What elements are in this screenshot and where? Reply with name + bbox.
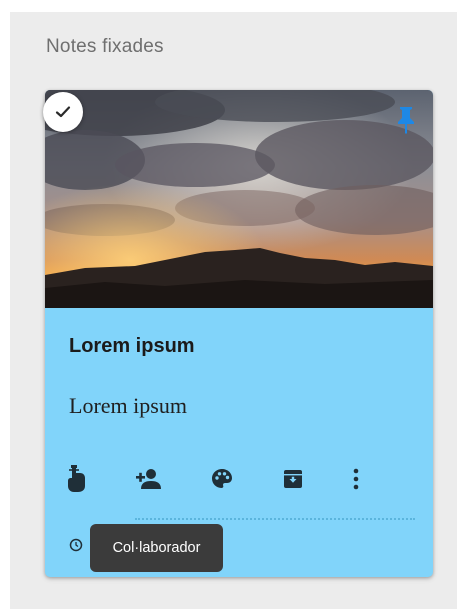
more-options-button[interactable]: [339, 462, 373, 496]
note-toolbar: [59, 462, 419, 496]
change-color-button[interactable]: [205, 462, 239, 496]
pin-icon[interactable]: [395, 105, 417, 135]
pinned-notes-section: Notes fixades Lorem ipsum Lorem ipsum Co…: [10, 12, 457, 609]
archive-icon: [284, 470, 302, 488]
section-title: Notes fixades: [46, 36, 164, 57]
collaborator-tooltip: Col·laborador: [90, 524, 223, 572]
add-collaborator-icon: [136, 469, 161, 489]
clock-icon: [69, 538, 83, 552]
more-vert-icon: [353, 468, 359, 490]
reminder-icon: [68, 465, 85, 492]
check-icon: [55, 106, 71, 118]
note-body[interactable]: Lorem ipsum: [69, 393, 187, 419]
archive-button[interactable]: [276, 462, 310, 496]
divider: [135, 518, 415, 520]
note-card[interactable]: Lorem ipsum Lorem ipsum: [45, 90, 433, 577]
note-image: [45, 90, 433, 308]
note-title[interactable]: Lorem ipsum: [69, 335, 195, 358]
palette-icon: [212, 469, 232, 488]
reminder-button[interactable]: [59, 462, 93, 496]
select-note-button[interactable]: [43, 92, 83, 132]
add-collaborator-button[interactable]: [131, 462, 165, 496]
